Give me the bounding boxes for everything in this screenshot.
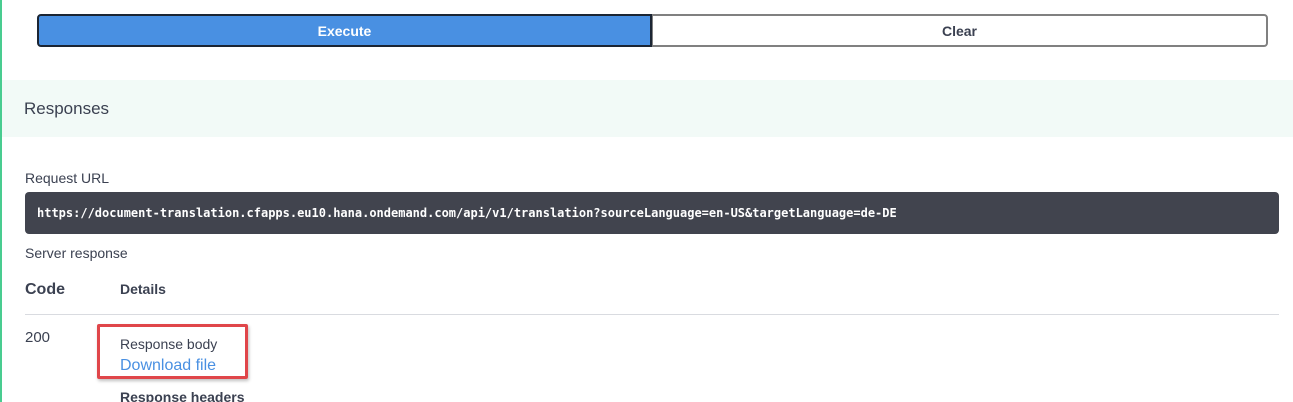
execute-button[interactable]: Execute: [37, 14, 652, 47]
download-file-link[interactable]: Download file: [120, 357, 216, 375]
column-header-details: Details: [120, 281, 166, 297]
responses-header: Responses: [2, 80, 1293, 137]
server-response-label: Server response: [25, 245, 128, 261]
execute-wrapper: Execute Clear: [37, 14, 1268, 47]
response-body-label: Response body: [120, 336, 218, 352]
operation-panel: Execute Clear Responses Request URL http…: [0, 0, 1293, 402]
column-header-code: Code: [25, 281, 65, 298]
clear-button[interactable]: Clear: [652, 14, 1268, 47]
response-headers-label: Response headers: [120, 389, 245, 402]
request-url-label: Request URL: [25, 170, 110, 186]
request-url-box[interactable]: https://document-translation.cfapps.eu10…: [25, 192, 1279, 234]
table-divider: [25, 314, 1279, 315]
responses-title: Responses: [24, 98, 110, 118]
response-code: 200: [25, 329, 51, 346]
